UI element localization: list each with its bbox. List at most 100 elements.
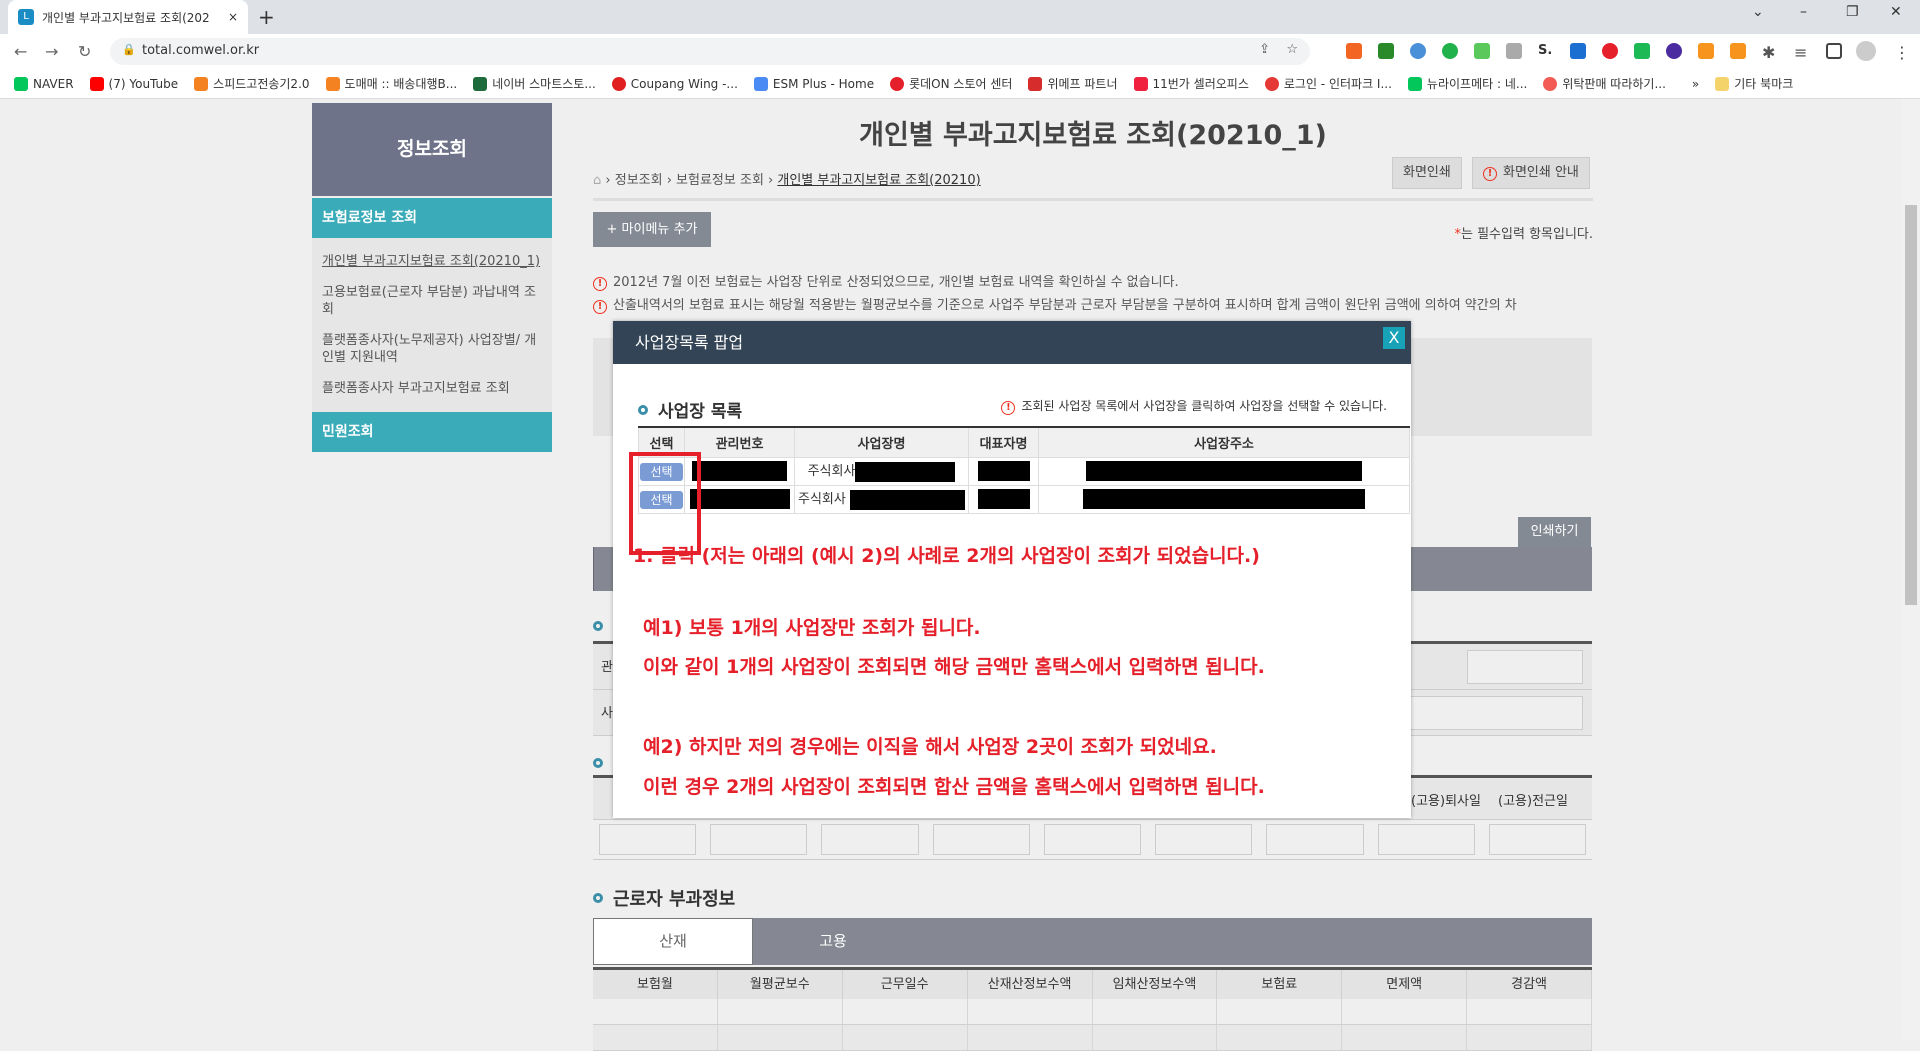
restore-button[interactable]: ❐ bbox=[1846, 4, 1859, 20]
bookmark[interactable]: 위탁판매 따라하기... bbox=[1543, 75, 1666, 92]
close-tab-icon[interactable]: × bbox=[228, 10, 238, 24]
breadcrumb-current[interactable]: 개인별 부과고지보험료 조회(20210) bbox=[777, 173, 980, 188]
extension-icon[interactable] bbox=[1442, 43, 1458, 59]
sidebar-item-platform-premium[interactable]: 플랫폼종사자 부과고지보험료 조회 bbox=[322, 373, 542, 404]
reading-list-icon[interactable]: ≡ bbox=[1794, 43, 1810, 62]
section-title: 근로자 부과정보 bbox=[593, 885, 735, 911]
column-header: 사업장주소 bbox=[1038, 426, 1410, 458]
profile-avatar[interactable] bbox=[1856, 41, 1876, 61]
tab-industrial-accident[interactable]: 산재 bbox=[593, 918, 753, 965]
bookmark[interactable]: Coupang Wing -... bbox=[611, 76, 738, 91]
section-bullet-icon bbox=[593, 893, 603, 903]
sidebar-item-employment-overpayment[interactable]: 고용보험료(근로자 부담분) 과납내역 조회 bbox=[322, 277, 542, 325]
minimize-button[interactable]: – bbox=[1800, 4, 1807, 20]
extension-icon[interactable] bbox=[1474, 43, 1490, 59]
print-button[interactable]: 인쇄하기 bbox=[1518, 517, 1591, 547]
bookmark[interactable]: 스피드고전송기2.0 bbox=[194, 75, 310, 92]
more-bookmarks-button[interactable]: » bbox=[1692, 77, 1699, 91]
share-icon[interactable]: ⇪ bbox=[1259, 42, 1270, 57]
add-mymenu-button[interactable]: + 마이메뉴 추가 bbox=[593, 212, 711, 247]
tab-employment[interactable]: 고용 bbox=[753, 918, 913, 965]
table-header-row: 선택 관리번호 사업장명 대표자명 사업장주소 bbox=[638, 426, 1410, 458]
extension-icon[interactable] bbox=[1698, 43, 1714, 59]
browser-tab[interactable]: L 개인별 부과고지보험료 조회(202 × bbox=[8, 0, 248, 34]
bookmark[interactable]: 11번가 셀러오피스 bbox=[1133, 75, 1249, 92]
tab-search-icon[interactable]: ⌄ bbox=[1752, 4, 1764, 20]
input-cell[interactable] bbox=[710, 824, 808, 855]
bookmark[interactable]: (7) YouTube bbox=[89, 76, 178, 91]
download-extension-icon[interactable] bbox=[1378, 43, 1394, 59]
close-popup-button[interactable]: X bbox=[1383, 327, 1405, 349]
extension-icon[interactable]: S. bbox=[1538, 43, 1554, 59]
column-header: 임채산정보수액 bbox=[1093, 970, 1218, 999]
bookmark[interactable]: 위메프 파트너 bbox=[1028, 75, 1118, 92]
input-cell[interactable] bbox=[599, 824, 697, 855]
other-bookmarks[interactable]: 기타 북마크 bbox=[1715, 75, 1793, 92]
scrollbar-thumb[interactable] bbox=[1905, 205, 1917, 605]
sidebar-item-platform-support[interactable]: 플랫폼종사자(노무제공자) 사업장별/ 개인별 지원내역 bbox=[322, 325, 542, 373]
home-icon[interactable]: ⌂ bbox=[593, 173, 601, 188]
url-text: total.comwel.or.kr bbox=[142, 43, 260, 58]
bookmark[interactable]: ESM Plus - Home bbox=[753, 76, 874, 91]
table-row bbox=[593, 999, 1592, 1025]
new-tab-button[interactable]: + bbox=[258, 5, 275, 29]
input-cell[interactable] bbox=[1377, 824, 1475, 855]
annotation-text: 1. 클릭 (저는 아래의 (예시 2)의 사례로 2개의 사업장이 조회가 되… bbox=[633, 545, 1260, 567]
adblock-icon[interactable] bbox=[1602, 43, 1618, 59]
extension-icon[interactable] bbox=[1666, 43, 1682, 59]
sidebar-header: 정보조회 bbox=[312, 103, 552, 196]
print-guide-button[interactable]: ! 화면인쇄 안내 bbox=[1472, 157, 1590, 189]
annotation-text: 예1) 보통 1개의 사업장만 조회가 됩니다. bbox=[643, 617, 981, 639]
extension-icon[interactable] bbox=[1506, 43, 1522, 59]
bookmark-star-icon[interactable]: ☆ bbox=[1286, 42, 1298, 57]
bookmark[interactable]: 롯데ON 스토어 센터 bbox=[890, 75, 1012, 92]
breadcrumb-item[interactable]: 보험료정보 조회 bbox=[676, 173, 764, 188]
address-bar[interactable]: 🔒 total.comwel.or.kr ⇪ ☆ bbox=[110, 38, 1310, 65]
input-cell[interactable] bbox=[1155, 824, 1253, 855]
bookmark-label: 롯데ON 스토어 센터 bbox=[909, 77, 1013, 91]
tab-strip: 산재 고용 bbox=[593, 918, 1592, 965]
reload-icon[interactable]: ↻ bbox=[78, 42, 91, 61]
input-cell[interactable] bbox=[1043, 824, 1142, 855]
breadcrumb-item[interactable]: 정보조회 bbox=[615, 173, 663, 188]
notice: ! 산출내역서의 보험료 표시는 해당월 적용받는 월평균보수를 기준으로 사업주… bbox=[593, 294, 1517, 314]
column-header: 월평균보수 bbox=[718, 970, 843, 999]
puzzle-icon[interactable]: ✱ bbox=[1762, 43, 1778, 62]
bookmark-icon bbox=[14, 76, 28, 91]
back-icon[interactable]: ← bbox=[14, 42, 27, 61]
breadcrumb: ⌂ › 정보조회 › 보험료정보 조회 › 개인별 부과고지보험료 조회(202… bbox=[593, 173, 981, 188]
bookmark[interactable]: 도매매 :: 배송대행B... bbox=[325, 75, 457, 92]
print-screen-button[interactable]: 화면인쇄 bbox=[1392, 157, 1462, 189]
bookmark[interactable]: 뉴라이프메타 : 네... bbox=[1407, 75, 1527, 92]
bookmark[interactable]: 네이버 스마트스토... bbox=[473, 75, 596, 92]
column-header: (고용)퇴사일 bbox=[1411, 794, 1481, 809]
bookmark-label: 11번가 셀러오피스 bbox=[1152, 77, 1249, 91]
bookmark-icon bbox=[1543, 76, 1558, 91]
extension-icon[interactable] bbox=[1570, 43, 1586, 59]
close-window-button[interactable]: ✕ bbox=[1890, 4, 1902, 20]
input-cell[interactable] bbox=[1488, 824, 1586, 855]
info-field[interactable] bbox=[1467, 650, 1583, 684]
table-row[interactable]: 선택 주식회사 bbox=[638, 484, 1410, 514]
sidebar-category-premium-info[interactable]: 보험료정보 조회 bbox=[312, 198, 552, 238]
side-panel-icon[interactable] bbox=[1826, 43, 1842, 59]
redacted-address bbox=[1086, 461, 1362, 481]
table-row[interactable]: 선택 주식회사 bbox=[638, 456, 1410, 486]
menu-icon[interactable]: ⋮ bbox=[1894, 43, 1910, 62]
sidebar-item-individual-premium[interactable]: 개인별 부과고지보험료 조회(20210_1) bbox=[322, 246, 542, 277]
extension-icon[interactable] bbox=[1346, 43, 1362, 59]
annotation-text: 예2) 하지만 저의 경우에는 이직을 해서 사업장 2곳이 조회가 되었네요. bbox=[643, 736, 1217, 758]
extension-icon[interactable] bbox=[1410, 43, 1426, 59]
redacted-rep bbox=[977, 489, 1030, 509]
table-header-row: 보험월 월평균보수 근무일수 산재산정보수액 임채산정보수액 보험료 면제액 경감액 bbox=[593, 967, 1592, 999]
extension-icon[interactable] bbox=[1634, 43, 1650, 59]
bookmark[interactable]: NAVER bbox=[14, 76, 74, 91]
bookmark-label: Coupang Wing -... bbox=[630, 76, 738, 91]
forward-icon[interactable]: → bbox=[45, 42, 58, 61]
sidebar-category-civil[interactable]: 민원조회 bbox=[312, 412, 552, 452]
input-cell[interactable] bbox=[932, 824, 1030, 855]
input-cell[interactable] bbox=[1266, 824, 1364, 855]
bookmark[interactable]: 로그인 - 인터파크 I... bbox=[1264, 75, 1392, 92]
input-cell[interactable] bbox=[821, 824, 919, 855]
extension-icon[interactable] bbox=[1730, 43, 1746, 59]
